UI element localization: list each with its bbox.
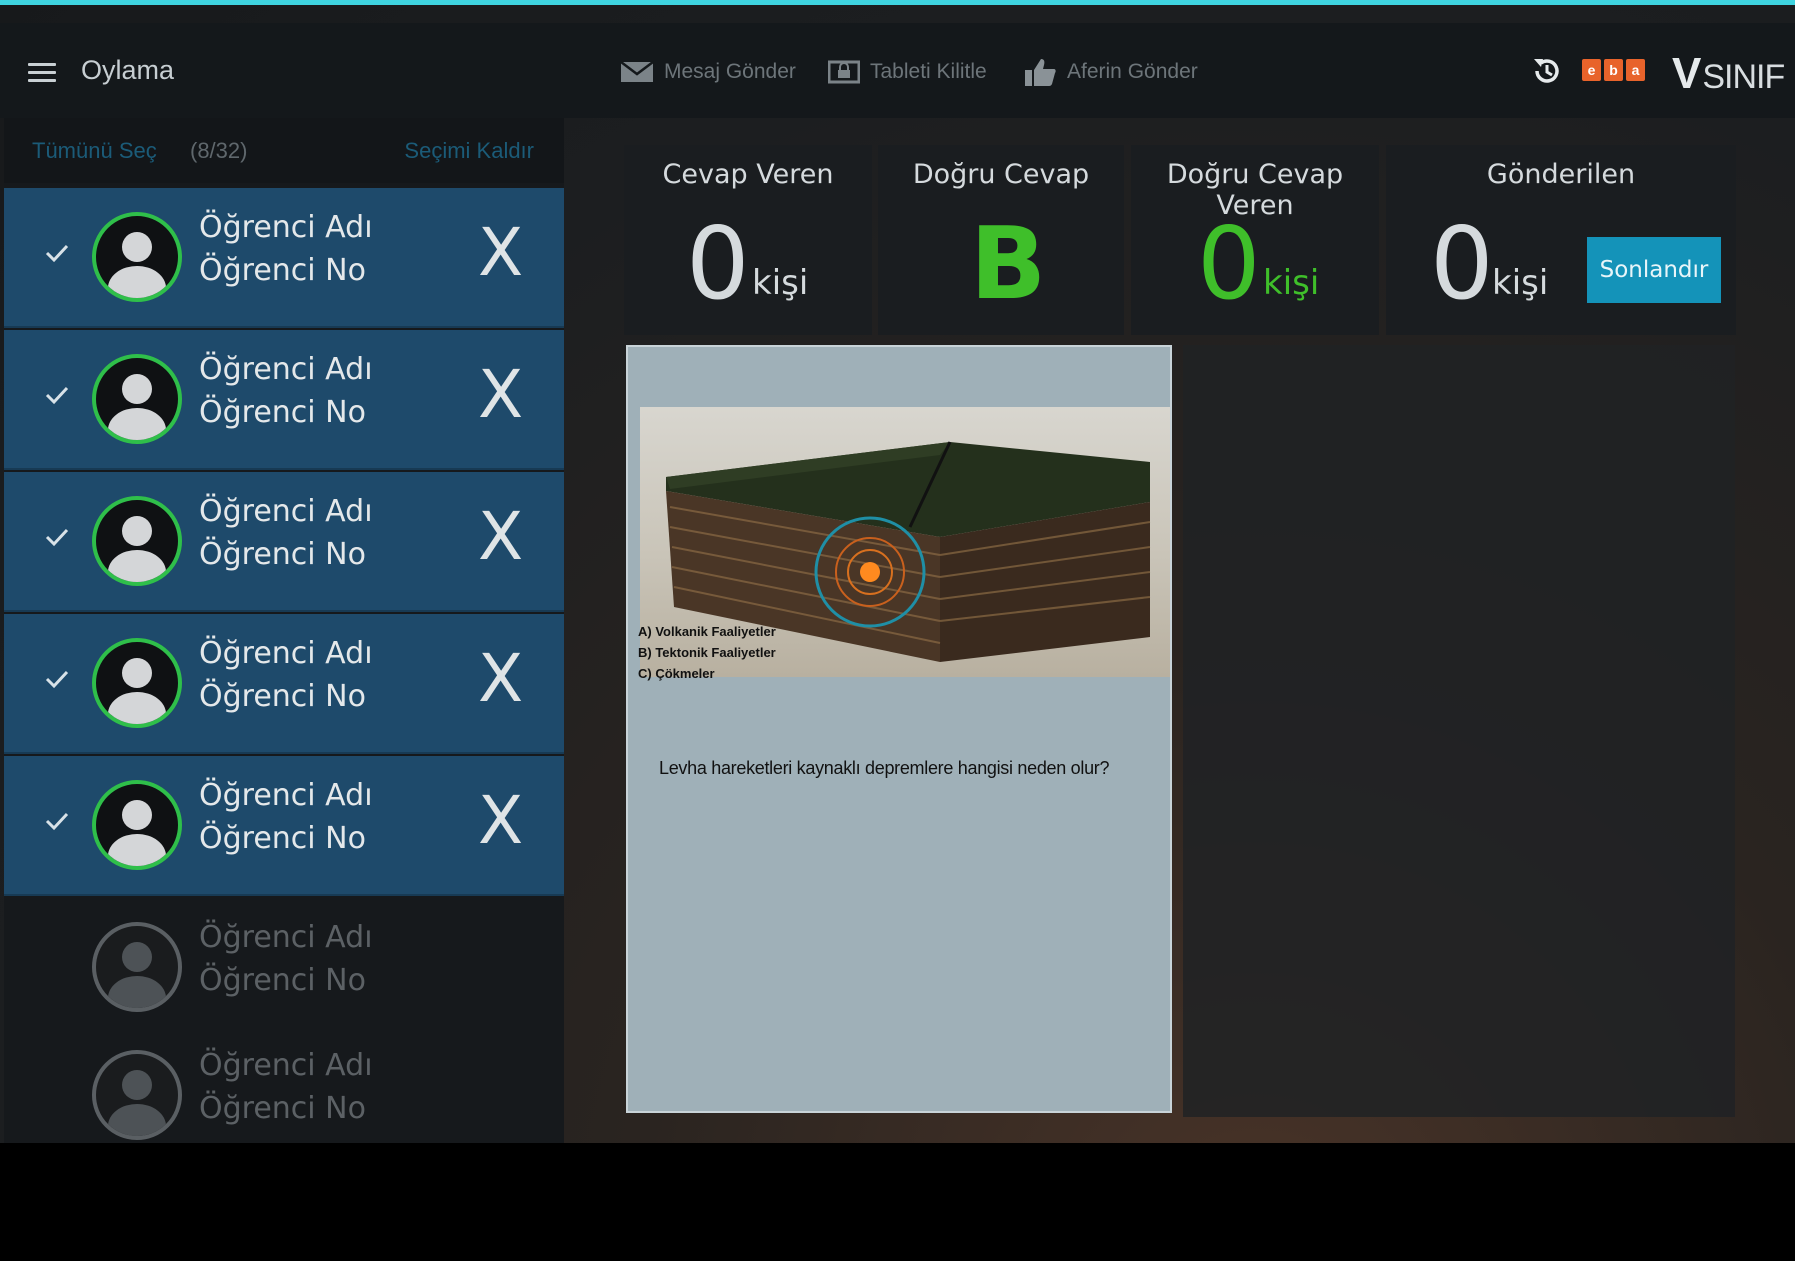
- student-number: Öğrenci No: [199, 1091, 366, 1126]
- answered-stat: Cevap Veren 0 kişi: [624, 145, 872, 335]
- check-icon: [45, 386, 69, 405]
- send-praise-label: Aferin Gönder: [1067, 60, 1198, 83]
- student-row[interactable]: Öğrenci Adı Öğrenci No X: [4, 188, 564, 328]
- option-b: B) Tektonik Faaliyetler: [638, 645, 776, 660]
- student-name: Öğrenci Adı: [199, 352, 373, 387]
- check-icon: [45, 812, 69, 831]
- option-c: C) Çökmeler: [638, 666, 715, 681]
- envelope-icon: [620, 61, 654, 82]
- student-number: Öğrenci No: [199, 537, 366, 572]
- sent-label: Gönderilen: [1486, 159, 1636, 190]
- send-message-button[interactable]: Mesaj Gönder: [620, 57, 796, 87]
- correct-answered-value: 0: [1197, 205, 1261, 322]
- check-icon: [45, 670, 69, 689]
- correct-answer-label: Doğru Cevap: [912, 159, 1090, 190]
- avatar: [92, 354, 182, 444]
- vsinif-logo: VSINIF: [1672, 49, 1785, 99]
- answer-options: A) Volkanik Faaliyetler B) Tektonik Faal…: [638, 621, 776, 684]
- lock-tablet-icon: [828, 60, 860, 84]
- avatar: [92, 1050, 182, 1140]
- avatar: [92, 922, 182, 1012]
- vsinif-logo-prefix: V: [1672, 49, 1701, 98]
- student-row[interactable]: Öğrenci Adı Öğrenci No X: [4, 614, 564, 754]
- correct-answered-stat: Doğru Cevap Veren 0 kişi: [1131, 145, 1379, 335]
- selection-count: (8/32): [190, 138, 248, 163]
- student-number: Öğrenci No: [199, 395, 366, 430]
- eba-logo: e b a: [1582, 59, 1645, 83]
- question-card: A) Volkanik Faaliyetler B) Tektonik Faal…: [626, 345, 1172, 1113]
- student-row[interactable]: Öğrenci Adı Öğrenci No X: [4, 756, 564, 896]
- student-row[interactable]: Öğrenci Adı Öğrenci No: [4, 1026, 564, 1143]
- send-praise-button[interactable]: Aferin Gönder: [1023, 57, 1198, 87]
- student-number: Öğrenci No: [199, 253, 366, 288]
- sent-value: 0: [1430, 205, 1494, 322]
- selection-header: Tümünü Seç (8/32) Seçimi Kaldır: [4, 118, 564, 183]
- student-name: Öğrenci Adı: [199, 210, 373, 245]
- eba-letter: b: [1604, 59, 1623, 81]
- remove-student-button[interactable]: X: [478, 498, 523, 575]
- app-window: Oylama Mesaj Gönder Tableti Kilitle Afer…: [0, 0, 1795, 1261]
- remove-student-button[interactable]: X: [478, 782, 523, 859]
- student-list: Tümünü Seç (8/32) Seçimi Kaldır Öğrenci …: [4, 118, 564, 1143]
- lock-tablet-label: Tableti Kilitle: [870, 60, 987, 83]
- eba-letter: a: [1626, 59, 1645, 81]
- check-icon: [45, 244, 69, 263]
- eba-letter: e: [1582, 59, 1601, 81]
- select-all-link[interactable]: Tümünü Seç: [32, 138, 157, 164]
- correct-answer-stat: Doğru Cevap B: [878, 145, 1124, 335]
- answered-value: 0: [686, 205, 750, 322]
- student-row[interactable]: Öğrenci Adı Öğrenci No: [4, 898, 564, 1038]
- page-title: Oylama: [81, 55, 175, 85]
- correct-answered-unit: kişi: [1263, 263, 1320, 303]
- answered-label: Cevap Veren: [662, 159, 834, 190]
- student-number: Öğrenci No: [199, 679, 366, 714]
- clear-selection-link[interactable]: Seçimi Kaldır: [404, 138, 534, 164]
- remove-student-button[interactable]: X: [478, 640, 523, 717]
- correct-answer-value: B: [970, 205, 1047, 322]
- student-name: Öğrenci Adı: [199, 636, 373, 671]
- check-icon: [45, 528, 69, 547]
- question-text: Levha hareketleri kaynaklı depremlere ha…: [659, 758, 1110, 778]
- finish-button[interactable]: Sonlandır: [1587, 237, 1721, 303]
- screen: Oylama Mesaj Gönder Tableti Kilitle Afer…: [0, 5, 1795, 1143]
- student-row[interactable]: Öğrenci Adı Öğrenci No X: [4, 472, 564, 612]
- student-row[interactable]: Öğrenci Adı Öğrenci No X: [4, 330, 564, 470]
- student-name: Öğrenci Adı: [199, 1048, 373, 1083]
- send-message-label: Mesaj Gönder: [664, 60, 796, 83]
- student-number: Öğrenci No: [199, 821, 366, 856]
- avatar: [92, 212, 182, 302]
- vsinif-logo-text: SINIF: [1702, 58, 1785, 96]
- student-number: Öğrenci No: [199, 963, 366, 998]
- avatar: [92, 780, 182, 870]
- student-name: Öğrenci Adı: [199, 920, 373, 955]
- sent-unit: kişi: [1492, 263, 1549, 303]
- student-name: Öğrenci Adı: [199, 778, 373, 813]
- lock-tablet-button[interactable]: Tableti Kilitle: [828, 57, 987, 87]
- history-icon[interactable]: [1529, 53, 1565, 89]
- hamburger-menu-icon[interactable]: [28, 63, 56, 83]
- remove-student-button[interactable]: X: [478, 214, 523, 291]
- thumbs-up-icon: [1025, 59, 1056, 86]
- avatar: [92, 638, 182, 728]
- remove-student-button[interactable]: X: [478, 356, 523, 433]
- results-panel: [1183, 345, 1735, 1117]
- top-bar: Oylama Mesaj Gönder Tableti Kilitle Afer…: [0, 23, 1795, 118]
- option-a: A) Volkanik Faaliyetler: [638, 624, 776, 639]
- answered-unit: kişi: [752, 263, 809, 303]
- avatar: [92, 496, 182, 586]
- student-name: Öğrenci Adı: [199, 494, 373, 529]
